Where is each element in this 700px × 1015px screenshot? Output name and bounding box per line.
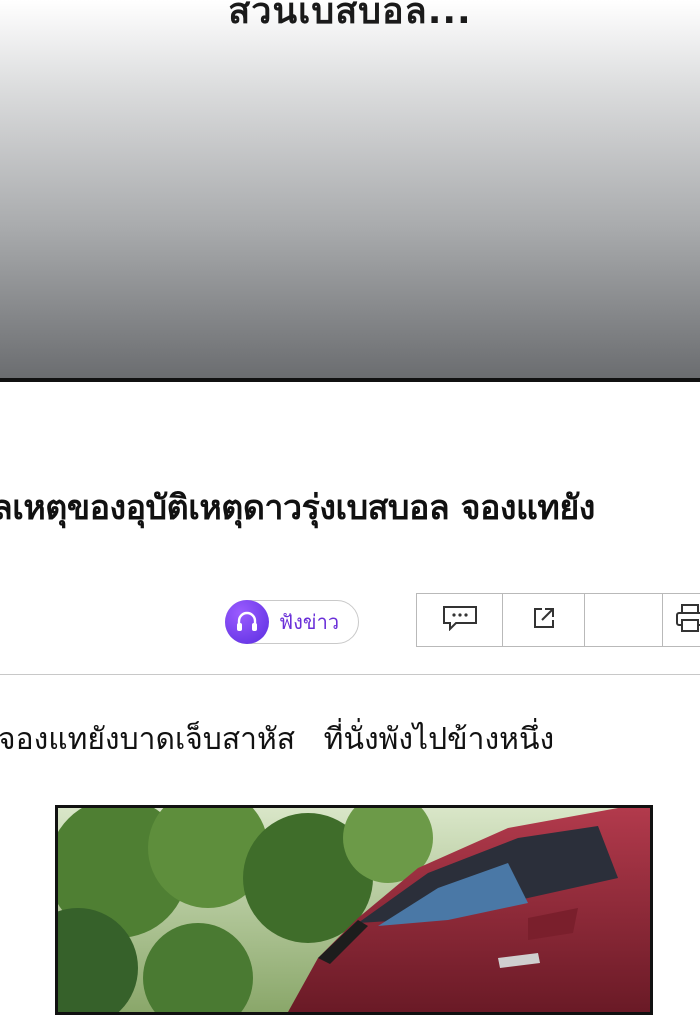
listen-label: ฟังข่าว: [279, 610, 340, 634]
share-button[interactable]: [503, 594, 585, 646]
top-caption: สวนเบสบอล...: [228, 0, 472, 32]
article-headline: มูลเหตุของอุบัติเหตุดาวรุ่งเบสบอล จองแทย…: [0, 488, 595, 528]
comment-button[interactable]: [417, 594, 503, 646]
listen-button[interactable]: ฟังข่าว: [225, 600, 359, 644]
top-panel: สวนเบสบอล...: [0, 0, 700, 382]
share-icon: [532, 606, 556, 634]
article-toolbar: [416, 593, 700, 647]
headphones-icon: [225, 600, 269, 644]
print-icon: [675, 603, 700, 637]
article-subline: จองแทยังบาดเจ็บสาหัส ที่นั่งพังไปข้างหนึ…: [0, 722, 555, 757]
divider: [0, 674, 700, 675]
comment-icon: [442, 605, 478, 635]
toolbar-empty-cell: [585, 594, 663, 646]
print-button[interactable]: [663, 594, 700, 646]
article-image: [55, 805, 653, 1015]
